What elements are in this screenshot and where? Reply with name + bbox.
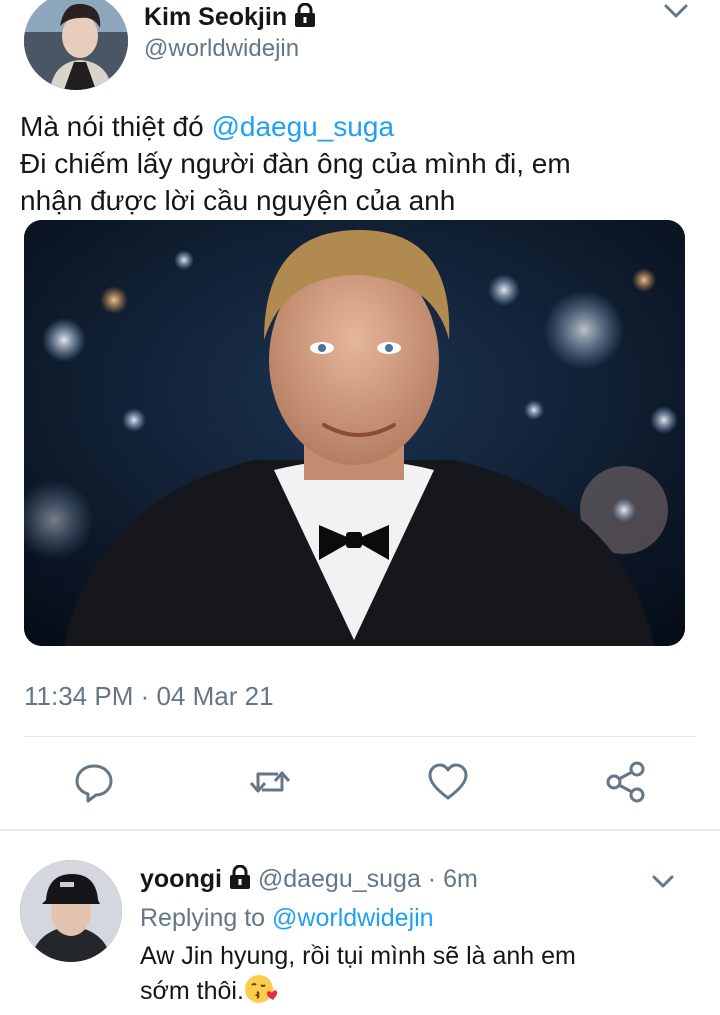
tweet-text-line2: Đi chiếm lấy người đàn ông của mình đi, …: [20, 148, 571, 179]
reply-avatar-image: [20, 860, 122, 962]
tweet-timestamp[interactable]: 11:34 PM · 04 Mar 21: [24, 681, 274, 711]
reply-lock-icon: [229, 864, 258, 893]
replying-to: Replying to @worldwidejin: [140, 903, 434, 933]
retweet-icon: [249, 771, 291, 793]
tweet-menu-chevron-down-icon[interactable]: [662, 0, 690, 22]
reply-header: yoongi @daegu_suga · 6m: [140, 864, 478, 894]
reply-author-avatar[interactable]: [20, 860, 122, 962]
timestamp-divider: [24, 736, 696, 737]
replying-to-label: Replying to: [140, 904, 266, 932]
reply-time-separator: ·: [420, 865, 444, 893]
author-handle[interactable]: @worldwidejin: [144, 35, 299, 63]
tweet-text-line1: Mà nói thiệt đó: [20, 111, 204, 142]
mention-link[interactable]: @daegu_suga: [211, 111, 394, 142]
author-avatar-image: [24, 0, 128, 90]
reply-button[interactable]: [72, 760, 116, 804]
like-icon: [428, 763, 468, 800]
reply-icon: [75, 764, 113, 803]
reply-time[interactable]: 6m: [443, 865, 478, 893]
tweet-text-line3: nhận được lời cầu nguyện của anh: [20, 185, 456, 216]
tweet-text: Mà nói thiệt đó @daegu_suga Đi chiếm lấy…: [20, 108, 700, 219]
reply-author-handle[interactable]: @daegu_suga: [258, 865, 421, 893]
share-button[interactable]: [604, 760, 648, 804]
kissing-face-emoji-icon: [244, 973, 280, 1003]
author-name-row[interactable]: Kim Seokjin: [144, 2, 316, 34]
author-name[interactable]: Kim Seokjin: [144, 3, 287, 31]
reply-menu-chevron-down-icon[interactable]: [650, 872, 676, 892]
like-button[interactable]: [426, 760, 470, 804]
reply-author-name[interactable]: yoongi: [140, 865, 222, 893]
lock-icon: [294, 2, 316, 34]
reply-text: Aw Jin hyung, rồi tụi mình sẽ là anh em …: [140, 940, 660, 1008]
section-divider: [0, 829, 720, 831]
share-icon: [606, 761, 645, 803]
reply-text-line1: Aw Jin hyung, rồi tụi mình sẽ là anh em: [140, 942, 576, 970]
replying-to-handle[interactable]: @worldwidejin: [272, 904, 434, 932]
tweet-photo[interactable]: [24, 220, 685, 646]
retweet-button[interactable]: [248, 760, 292, 804]
reply-text-line2: sớm thôi.: [140, 977, 244, 1005]
author-avatar[interactable]: [24, 0, 128, 90]
